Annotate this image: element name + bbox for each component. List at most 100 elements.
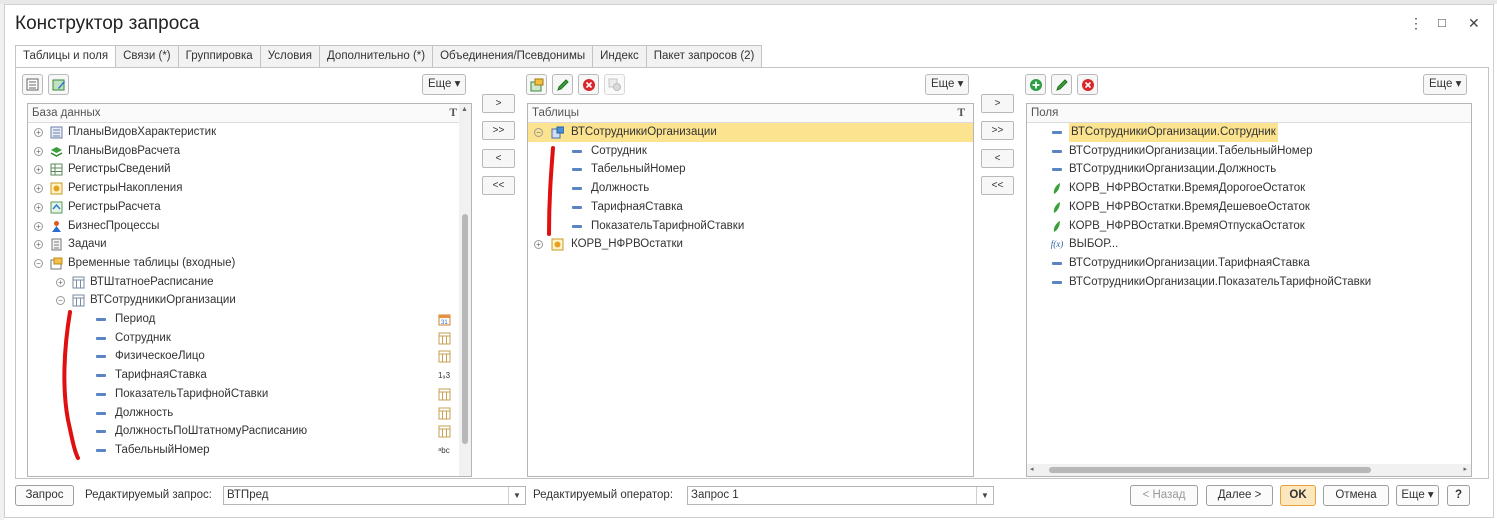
expand-icon[interactable]: +	[34, 165, 43, 175]
tables-tree-row[interactable]: + КОРВ_НФРВОстатки	[528, 235, 973, 254]
add-table-button[interactable]: >	[482, 94, 515, 113]
field-row[interactable]: ВТСотрудникиОрганизации.ТарифнаяСтавка	[1027, 254, 1471, 273]
tab-grouping[interactable]: Группировка	[178, 45, 261, 68]
database-tree-row[interactable]: + ПланыВидовХарактеристик	[28, 123, 471, 142]
tab-index[interactable]: Индекс	[593, 45, 647, 68]
database-tree-row[interactable]: + РегистрыСведений	[28, 160, 471, 179]
field-row[interactable]: ВТСотрудникиОрганизации.Должность	[1027, 160, 1471, 179]
remove-table-button[interactable]: <	[482, 149, 515, 168]
edit-source-button[interactable]	[48, 74, 69, 95]
database-tree-row[interactable]: + РегистрыРасчета	[28, 198, 471, 217]
database-tree-row[interactable]: Сотрудник	[28, 329, 471, 348]
add-nested-query-button[interactable]	[526, 74, 547, 95]
remove-all-tables-button[interactable]: <<	[482, 176, 515, 195]
tab-query-batch[interactable]: Пакет запросов (2)	[646, 45, 763, 68]
edit-field-button[interactable]	[1051, 74, 1072, 95]
database-tree-row[interactable]: + ВТШтатноеРасписание	[28, 273, 471, 292]
add-field-expression-button[interactable]	[1025, 74, 1046, 95]
database-tree-row[interactable]: + РегистрыНакопления	[28, 179, 471, 198]
expand-icon[interactable]: +	[34, 202, 43, 212]
database-tree-row[interactable]: + БизнесПроцессы	[28, 217, 471, 236]
remove-field-button[interactable]: <	[981, 149, 1014, 168]
tables-tree-row[interactable]: − ВТСотрудникиОрганизации	[528, 123, 973, 142]
back-button[interactable]: < Назад	[1130, 485, 1198, 506]
database-tree-row[interactable]: + ПланыВидовРасчета	[28, 142, 471, 161]
expand-icon[interactable]: +	[34, 221, 43, 231]
field-row[interactable]: ВТСотрудникиОрганизации.ТабельныйНомер	[1027, 142, 1471, 161]
window-menu-icon[interactable]: ⋮	[1409, 15, 1423, 32]
database-scroll-thumb[interactable]	[462, 214, 468, 444]
scroll-up-icon[interactable]: ▲	[461, 106, 468, 113]
expand-icon[interactable]: +	[34, 146, 43, 156]
database-tree-row[interactable]: ТабельныйНомер ᵃbc	[28, 441, 471, 460]
edit-table-button[interactable]	[552, 74, 573, 95]
tab-tables-fields[interactable]: Таблицы и поля	[15, 45, 117, 68]
list-view-button[interactable]	[22, 74, 43, 95]
tab-unions-aliases[interactable]: Объединения/Псевдонимы	[433, 45, 594, 68]
tables-tree-row[interactable]: ПоказательТарифнойСтавки	[528, 217, 973, 236]
database-tree-row[interactable]: − Временные таблицы (входные)	[28, 254, 471, 273]
field-row[interactable]: КОРВ_НФРВОстатки.ВремяДорогоеОстаток	[1027, 179, 1471, 198]
query-button[interactable]: Запрос	[15, 485, 74, 506]
tables-tree-row[interactable]: ТарифнаяСтавка	[528, 198, 973, 217]
text-format-icon[interactable]: T	[957, 104, 965, 122]
scroll-right-icon[interactable]: ▸	[1463, 465, 1467, 473]
database-tree-row[interactable]: Должность	[28, 404, 471, 423]
expand-icon[interactable]: +	[34, 128, 43, 137]
field-row[interactable]: КОРВ_НФРВОстатки.ВремяДешевоеОстаток	[1027, 198, 1471, 217]
database-tree-row[interactable]: ДолжностьПоШтатномуРасписанию	[28, 422, 471, 441]
tables-tree-row[interactable]: Сотрудник	[528, 142, 973, 161]
fields-scroll-thumb[interactable]	[1049, 467, 1371, 473]
field-row[interactable]: f(x) ВЫБОР...	[1027, 235, 1471, 254]
scroll-left-icon[interactable]: ◂	[1030, 465, 1034, 473]
remove-all-fields-button[interactable]: <<	[981, 176, 1014, 195]
fields-list[interactable]: Поля ВТСотрудникиОрганизации.Сотрудник ВТ…	[1026, 103, 1472, 477]
collapse-icon[interactable]: −	[56, 296, 65, 306]
close-icon[interactable]: ✕	[1468, 15, 1480, 32]
next-button[interactable]: Далее >	[1206, 485, 1273, 506]
database-tree-row[interactable]: + Задачи	[28, 235, 471, 254]
collapse-icon[interactable]: −	[534, 128, 543, 137]
database-tree-row[interactable]: ПоказательТарифнойСтавки	[28, 385, 471, 404]
fields-more-button[interactable]: Еще ▾	[1423, 74, 1468, 95]
tables-more-button[interactable]: Еще ▾	[925, 74, 970, 95]
database-scrollbar[interactable]: ▲	[459, 104, 471, 476]
text-format-icon[interactable]: T	[449, 104, 457, 122]
expand-icon[interactable]: +	[34, 240, 43, 250]
edited-query-combo[interactable]: ВТПред ▼	[223, 486, 526, 505]
cancel-button[interactable]: Отмена	[1323, 485, 1389, 506]
database-tree-row[interactable]: Период 31	[28, 310, 471, 329]
database-tree-row[interactable]: − ВТСотрудникиОрганизации	[28, 291, 471, 310]
field-row[interactable]: ВТСотрудникиОрганизации.ПоказательТарифн…	[1027, 273, 1471, 292]
tables-tree-row[interactable]: ТабельныйНомер	[528, 160, 973, 179]
tables-tree-row[interactable]: Должность	[528, 179, 973, 198]
add-field-button[interactable]: >	[981, 94, 1014, 113]
bottom-more-button[interactable]: Еще ▾	[1396, 485, 1439, 506]
tab-additional[interactable]: Дополнительно (*)	[320, 45, 434, 68]
expand-icon[interactable]: +	[34, 184, 43, 194]
fields-hscrollbar[interactable]: ◂ ▸	[1027, 464, 1471, 476]
add-all-tables-button[interactable]: >>	[482, 121, 515, 140]
delete-field-button[interactable]	[1077, 74, 1098, 95]
chevron-down-icon[interactable]: ▼	[976, 487, 993, 504]
table-settings-button[interactable]	[604, 74, 625, 95]
edited-operator-combo[interactable]: Запрос 1 ▼	[687, 486, 994, 505]
tables-tree[interactable]: Таблицы T − ВТСотрудникиОрганизации Сотрудн…	[527, 103, 974, 477]
add-all-fields-button[interactable]: >>	[981, 121, 1014, 140]
database-tree-row[interactable]: ФизическоеЛицо	[28, 347, 471, 366]
field-row[interactable]: ВТСотрудникиОрганизации.Сотрудник	[1027, 123, 1471, 142]
chevron-down-icon[interactable]: ▼	[508, 487, 525, 504]
tab-links[interactable]: Связи (*)	[116, 45, 179, 68]
delete-table-button[interactable]	[578, 74, 599, 95]
maximize-icon[interactable]: □	[1438, 15, 1446, 30]
expand-icon[interactable]: +	[534, 240, 543, 250]
collapse-icon[interactable]: −	[34, 258, 43, 268]
ok-button[interactable]: OK	[1280, 485, 1316, 506]
db-more-button[interactable]: Еще ▾	[422, 74, 467, 95]
tab-conditions[interactable]: Условия	[260, 45, 320, 68]
database-tree[interactable]: База данных T + ПланыВидовХарактеристик + Пл…	[27, 103, 472, 477]
expand-icon[interactable]: +	[56, 277, 65, 287]
database-tree-row[interactable]: ТарифнаяСтавка 1₉3	[28, 366, 471, 385]
help-button[interactable]: ?	[1447, 485, 1470, 506]
field-row[interactable]: КОРВ_НФРВОстатки.ВремяОтпускаОстаток	[1027, 217, 1471, 236]
